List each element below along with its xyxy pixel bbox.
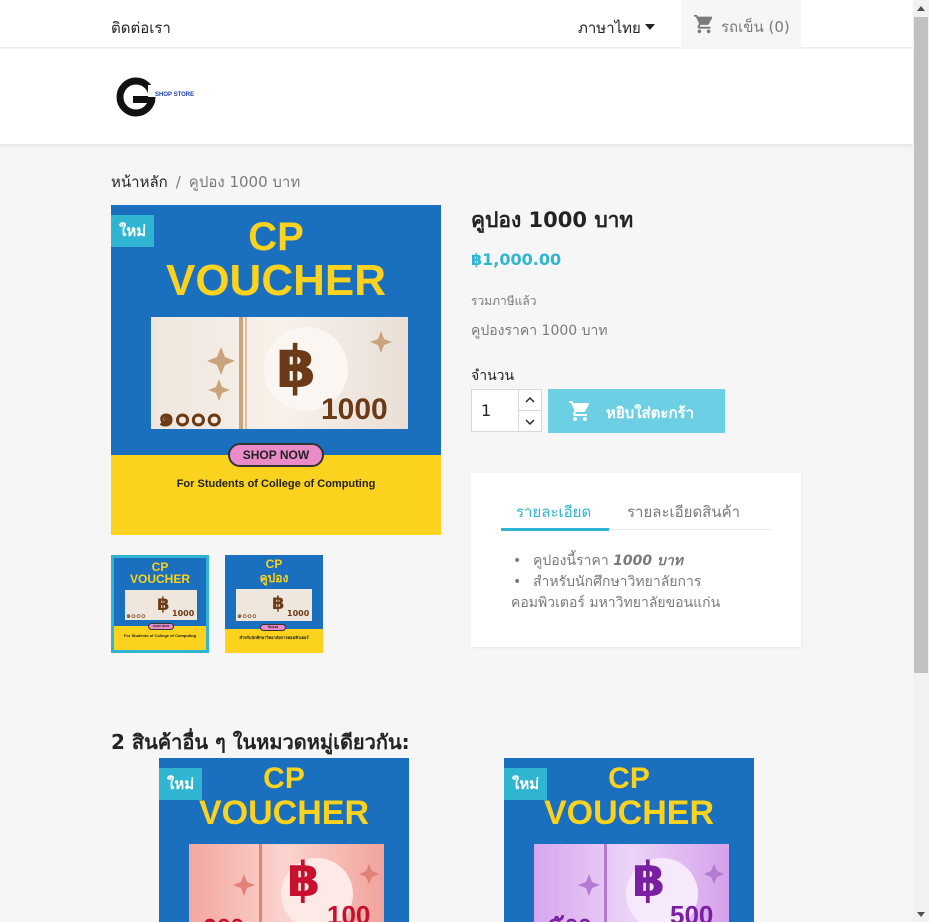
caret-down-icon <box>644 24 655 30</box>
add-to-cart-button[interactable]: หยิบใส่ตะกร้า <box>548 389 725 433</box>
related-products-title: 2 สินค้าอื่น ๆ ในหมวดหมู่เดียวกัน: <box>111 730 410 754</box>
cart-button[interactable]: รถเข็น (0) <box>681 0 801 48</box>
tab-active-indicator <box>501 528 609 531</box>
scroll-down-button[interactable] <box>913 906 929 922</box>
voucher-number: 100 <box>327 900 371 922</box>
thumb-baht-symbol: ฿ <box>157 594 170 615</box>
scrollbar-thumb[interactable] <box>914 17 928 673</box>
thumb-baht-symbol: ฿ <box>272 593 285 614</box>
scroll-up-button[interactable] <box>913 0 929 16</box>
shop-now-pill: SHOP NOW <box>228 443 324 467</box>
quantity-decrease-button[interactable] <box>519 411 541 432</box>
tax-note: รวมภาษีแล้ว <box>471 294 537 308</box>
quantity-label: จำนวน <box>471 368 515 384</box>
thumb-thai-number: ๑๐๐๐ <box>126 611 146 620</box>
voucher-thai-number: ๑๐๐๐ <box>158 403 223 433</box>
breadcrumb: หน้าหลัก / คูปอง 1000 บาท <box>111 170 300 194</box>
thumb-number: 1000 <box>172 609 195 618</box>
bullet-text: สำหรับนักศึกษาวิทยาลัยการ <box>533 574 702 590</box>
thumbnail-2[interactable]: CP คูปอง ฿ ๑๐๐๐ 1000 ช้อปเลย สำหรับนักศึ… <box>225 555 323 653</box>
thumb-thai-number: ๑๐๐๐ <box>237 611 257 620</box>
chevron-up-icon <box>525 397 535 403</box>
add-to-cart-label: หยิบใส่ตะกร้า <box>606 405 695 422</box>
breadcrumb-separator: / <box>175 173 181 191</box>
quantity-stepper <box>519 389 542 432</box>
thumb-shop-pill: ช้อปเลย <box>260 624 286 631</box>
quantity-increase-button[interactable] <box>519 390 541 411</box>
site-header: SHOP STORE <box>0 49 913 144</box>
list-item: • สำหรับนักศึกษาวิทยาลัยการ <box>513 572 783 593</box>
bullet-text-continued: คอมพิวเตอร์ มหาวิทยาลัยขอนแก่น <box>511 595 721 611</box>
tab-content: • คูปองนี้ราคา 1000 บาท • สำหรับนักศึกษา… <box>511 551 783 614</box>
related-product-2[interactable]: CP VOUCHER ฿ ๕๐๐ 500 ใหม่ <box>504 758 754 922</box>
voucher-title-line1: CP <box>248 215 304 259</box>
voucher-number: 1000 <box>321 393 388 426</box>
voucher-thai-number: ๑๐๐ <box>203 904 244 922</box>
bullet: • <box>513 574 522 590</box>
product-title: คูปอง 1000 บาท <box>471 208 634 232</box>
product-tabs: รายละเอียด รายละเอียดสินค้า • คูปองนี้รา… <box>471 473 801 647</box>
thumb-title-line2: คูปอง <box>259 571 289 585</box>
voucher-title-line2: VOUCHER <box>165 256 387 305</box>
language-selector[interactable]: ภาษาไทย <box>578 16 655 40</box>
thumb-number: 1000 <box>287 609 310 618</box>
product-short-description: คูปองราคา 1000 บาท <box>471 323 608 339</box>
bullet-text: คูปองนี้ราคา <box>533 553 614 569</box>
top-bar: ติดต่อเรา ภาษาไทย รถเข็น (0) <box>0 0 913 48</box>
cart-icon <box>693 14 713 34</box>
voucher-footer-text: For Students of College of Computing <box>176 478 376 490</box>
thumb-shop-pill: SHOP NOW <box>148 623 174 630</box>
thumb-footer-text: สำหรับนักศึกษาวิทยาลัยการคอมพิวเตอร์ <box>239 635 309 640</box>
cart-count: รถเข็น (0) <box>721 18 790 36</box>
tab-product-details[interactable]: รายละเอียดสินค้า <box>627 500 740 524</box>
bullet: • <box>513 553 522 569</box>
baht-symbol: ฿ <box>287 852 321 908</box>
breadcrumb-current[interactable]: คูปอง 1000 บาท <box>189 173 300 191</box>
list-item: • คูปองนี้ราคา 1000 บาท <box>513 551 783 572</box>
triangle-up-icon <box>917 5 925 11</box>
new-badge: ใหม่ <box>159 768 203 800</box>
baht-symbol: ฿ <box>276 333 317 401</box>
voucher-footer-band <box>111 455 441 535</box>
product-main-image[interactable]: CP VOUCHER ฿ ๑๐๐๐ 1000 SHOP NOW For Stud… <box>111 205 441 535</box>
baht-symbol: ฿ <box>632 852 666 908</box>
new-badge: ใหม่ <box>111 215 155 247</box>
tab-description[interactable]: รายละเอียด <box>516 500 591 524</box>
new-badge: ใหม่ <box>504 768 548 800</box>
triangle-down-icon <box>917 911 925 917</box>
contact-link[interactable]: ติดต่อเรา <box>111 16 171 40</box>
related-product-1[interactable]: CP VOUCHER ฿ ๑๐๐ 100 ใหม่ <box>159 758 409 922</box>
quantity-input[interactable] <box>471 389 519 432</box>
thumb-title-line2: VOUCHER <box>129 572 190 586</box>
language-label: ภาษาไทย <box>578 19 641 37</box>
bullet-emphasis: 1000 บาท <box>613 553 683 569</box>
thumbnail-1[interactable]: CP VOUCHER ฿ ๑๐๐๐ 1000 SHOP NOW For Stud… <box>111 555 209 653</box>
logo-text: SHOP STORE <box>155 92 195 98</box>
product-price: ฿1,000.00 <box>471 250 562 269</box>
voucher-thai-number: ๕๐๐ <box>548 904 592 922</box>
thumb-footer-band <box>225 629 323 653</box>
voucher-number: 500 <box>670 900 714 922</box>
thumb-footer-text: For Students of College of Computing <box>123 633 197 638</box>
chevron-down-icon <box>525 419 535 425</box>
cart-icon <box>569 401 590 421</box>
breadcrumb-home[interactable]: หน้าหลัก <box>111 173 168 191</box>
